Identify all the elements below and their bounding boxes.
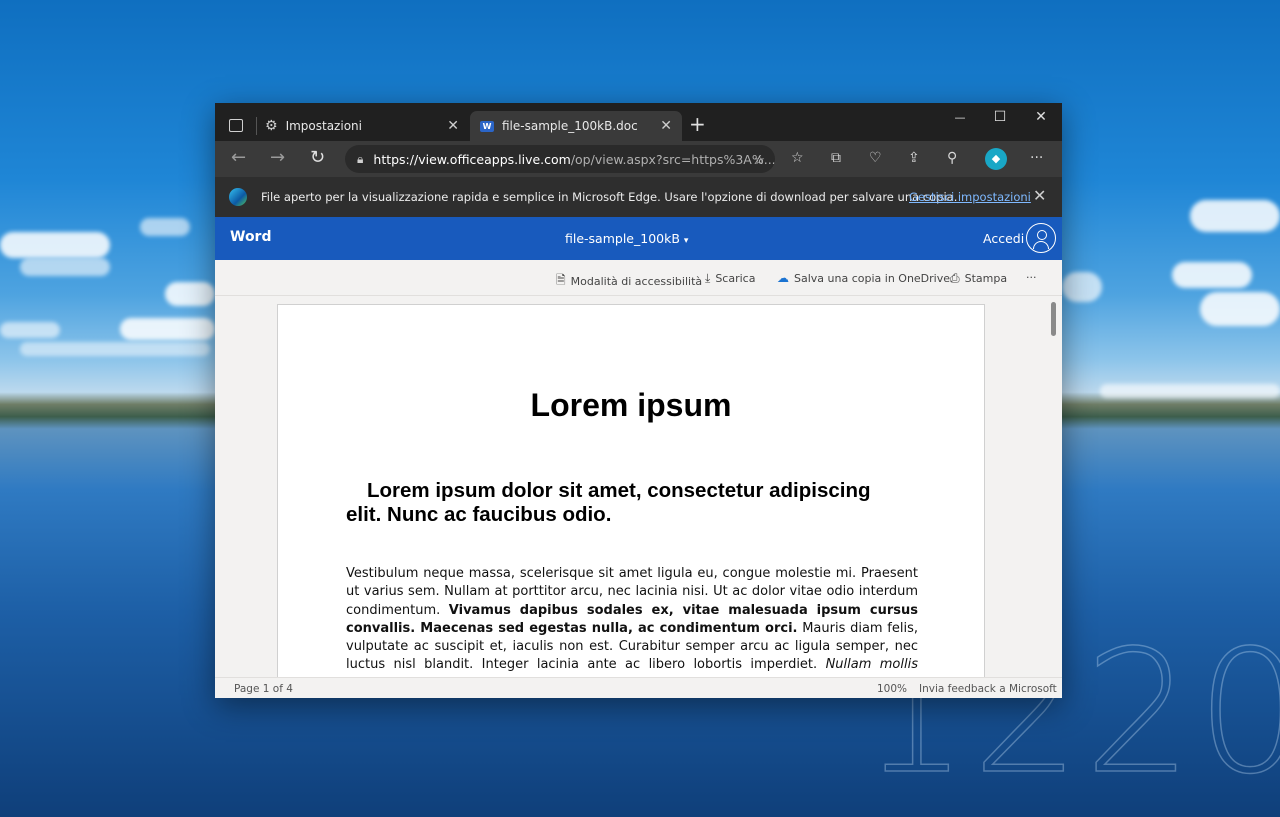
share-icon[interactable]: ⇪ <box>908 150 920 166</box>
tab-label: file-sample_100kB.doc <box>502 119 638 133</box>
edge-logo-icon <box>229 188 247 206</box>
info-message: File aperto per la visualizzazione rapid… <box>261 190 958 204</box>
cloud <box>0 232 110 258</box>
cloud <box>1062 272 1102 302</box>
manage-settings-link[interactable]: Gestisci impostazioni <box>909 190 1031 204</box>
more-options-icon[interactable]: ··· <box>1030 150 1043 166</box>
document-subheading: Lorem ipsum dolor sit amet, consectetur … <box>346 479 871 526</box>
print-button[interactable]: ⎙ Stampa <box>950 271 1007 286</box>
minimize-button[interactable]: — <box>938 111 982 124</box>
cloud <box>1200 292 1280 326</box>
browser-essentials-icon[interactable]: ♡ <box>869 150 882 166</box>
printer-icon: ⎙ <box>950 271 960 285</box>
url-path: /op/view.aspx?src=https%3A%... <box>570 151 775 167</box>
download-label: Scarica <box>715 272 756 285</box>
tab-file-sample[interactable]: W file-sample_100kB.doc ✕ <box>470 111 682 141</box>
chevron-down-icon: ▾ <box>683 236 689 246</box>
word-header: Word file-sample_100kB ▾ Accedi <box>215 217 1062 260</box>
lock-icon[interactable]: 🔒︎ <box>357 152 363 167</box>
forward-arrow-icon[interactable]: → <box>270 147 285 168</box>
favorites-icon[interactable]: ☆ <box>791 150 804 166</box>
word-brand[interactable]: Word <box>230 229 272 245</box>
word-icon: W <box>480 120 494 132</box>
new-tab-icon[interactable]: + <box>689 112 706 136</box>
save-onedrive-button[interactable]: ☁ Salva una copia in OneDrive. <box>777 271 954 285</box>
info-bar: File aperto per la visualizzazione rapid… <box>215 177 1062 217</box>
workspaces-icon[interactable] <box>229 119 243 132</box>
cloud <box>0 322 60 338</box>
collections-icon[interactable]: ⧉ <box>831 150 841 166</box>
refresh-icon[interactable]: ↻ <box>310 147 325 168</box>
document-area[interactable]: Lorem ipsum Lorem ipsum dolor sit amet, … <box>215 296 1062 677</box>
document-title-menu[interactable]: file-sample_100kB ▾ <box>565 231 688 246</box>
copilot-icon[interactable]: ◆ <box>985 148 1007 170</box>
onedrive-label: Salva una copia in OneDrive. <box>794 271 954 285</box>
command-bar: 🗎︎ Modalità di accessibilità ⤓ Scarica ☁… <box>215 260 1062 296</box>
accessibility-mode-button[interactable]: 🗎︎ Modalità di accessibilità <box>556 271 702 292</box>
close-window-button[interactable]: ✕ <box>1019 109 1062 125</box>
document-heading: Lorem ipsum <box>530 387 732 423</box>
status-bar: Page 1 of 4 100% Invia feedback a Micros… <box>215 677 1062 698</box>
tab-strip: ⚙ Impostazioni ✕ W file-sample_100kB.doc… <box>215 103 1062 141</box>
scrollbar-thumb[interactable] <box>1051 302 1056 336</box>
close-infobar-icon[interactable]: ✕ <box>1033 186 1046 205</box>
cloud <box>1172 262 1252 288</box>
maximize-button[interactable]: ☐ <box>978 109 1022 125</box>
document-title: file-sample_100kB <box>565 231 680 246</box>
cloud <box>20 342 210 356</box>
cloud <box>140 218 190 236</box>
download-button[interactable]: ⤓ Scarica <box>705 271 755 286</box>
cloud-icon: ☁ <box>777 271 789 285</box>
zoom-level[interactable]: 100% <box>877 683 907 695</box>
gear-icon: ⚙ <box>265 118 278 134</box>
add-favorite-icon[interactable]: ☆ <box>754 152 765 167</box>
extensions-icon[interactable]: ⚲ <box>947 150 957 166</box>
page-indicator: Page 1 of 4 <box>234 683 293 695</box>
tab-label: Impostazioni <box>285 119 362 133</box>
address-bar[interactable]: 🔒︎ https://view.officeapps.live.com/op/v… <box>345 145 775 173</box>
sign-in-link[interactable]: Accedi <box>983 231 1024 246</box>
cloud <box>165 282 215 306</box>
tab-impostazioni[interactable]: ⚙ Impostazioni ✕ <box>259 111 469 141</box>
download-icon: ⤓ <box>705 271 711 285</box>
back-arrow-icon[interactable]: ← <box>231 147 246 168</box>
close-tab-icon[interactable]: ✕ <box>660 118 672 134</box>
url-host: https://view.officeapps.live.com <box>373 151 571 167</box>
accessibility-label: Modalità di accessibilità <box>570 275 703 288</box>
user-account-icon[interactable] <box>1026 223 1056 253</box>
print-label: Stampa <box>964 272 1008 285</box>
accessibility-icon: 🗎︎ <box>556 273 566 287</box>
cloud <box>1100 384 1280 398</box>
cloud <box>1190 200 1280 232</box>
browser-toolbar: ← → ↻ 🔒︎ https://view.officeapps.live.co… <box>215 141 1062 177</box>
cloud <box>120 318 215 340</box>
document-page: Lorem ipsum Lorem ipsum dolor sit amet, … <box>277 304 985 677</box>
cloud <box>20 258 110 276</box>
more-commands-button[interactable]: ··· <box>1026 271 1037 284</box>
feedback-link[interactable]: Invia feedback a Microsoft <box>919 683 1057 695</box>
document-paragraph: Vestibulum neque massa, scelerisque sit … <box>346 565 918 677</box>
browser-window: ⚙ Impostazioni ✕ W file-sample_100kB.doc… <box>215 103 1062 698</box>
tab-separator <box>256 117 257 135</box>
close-tab-icon[interactable]: ✕ <box>447 118 459 134</box>
